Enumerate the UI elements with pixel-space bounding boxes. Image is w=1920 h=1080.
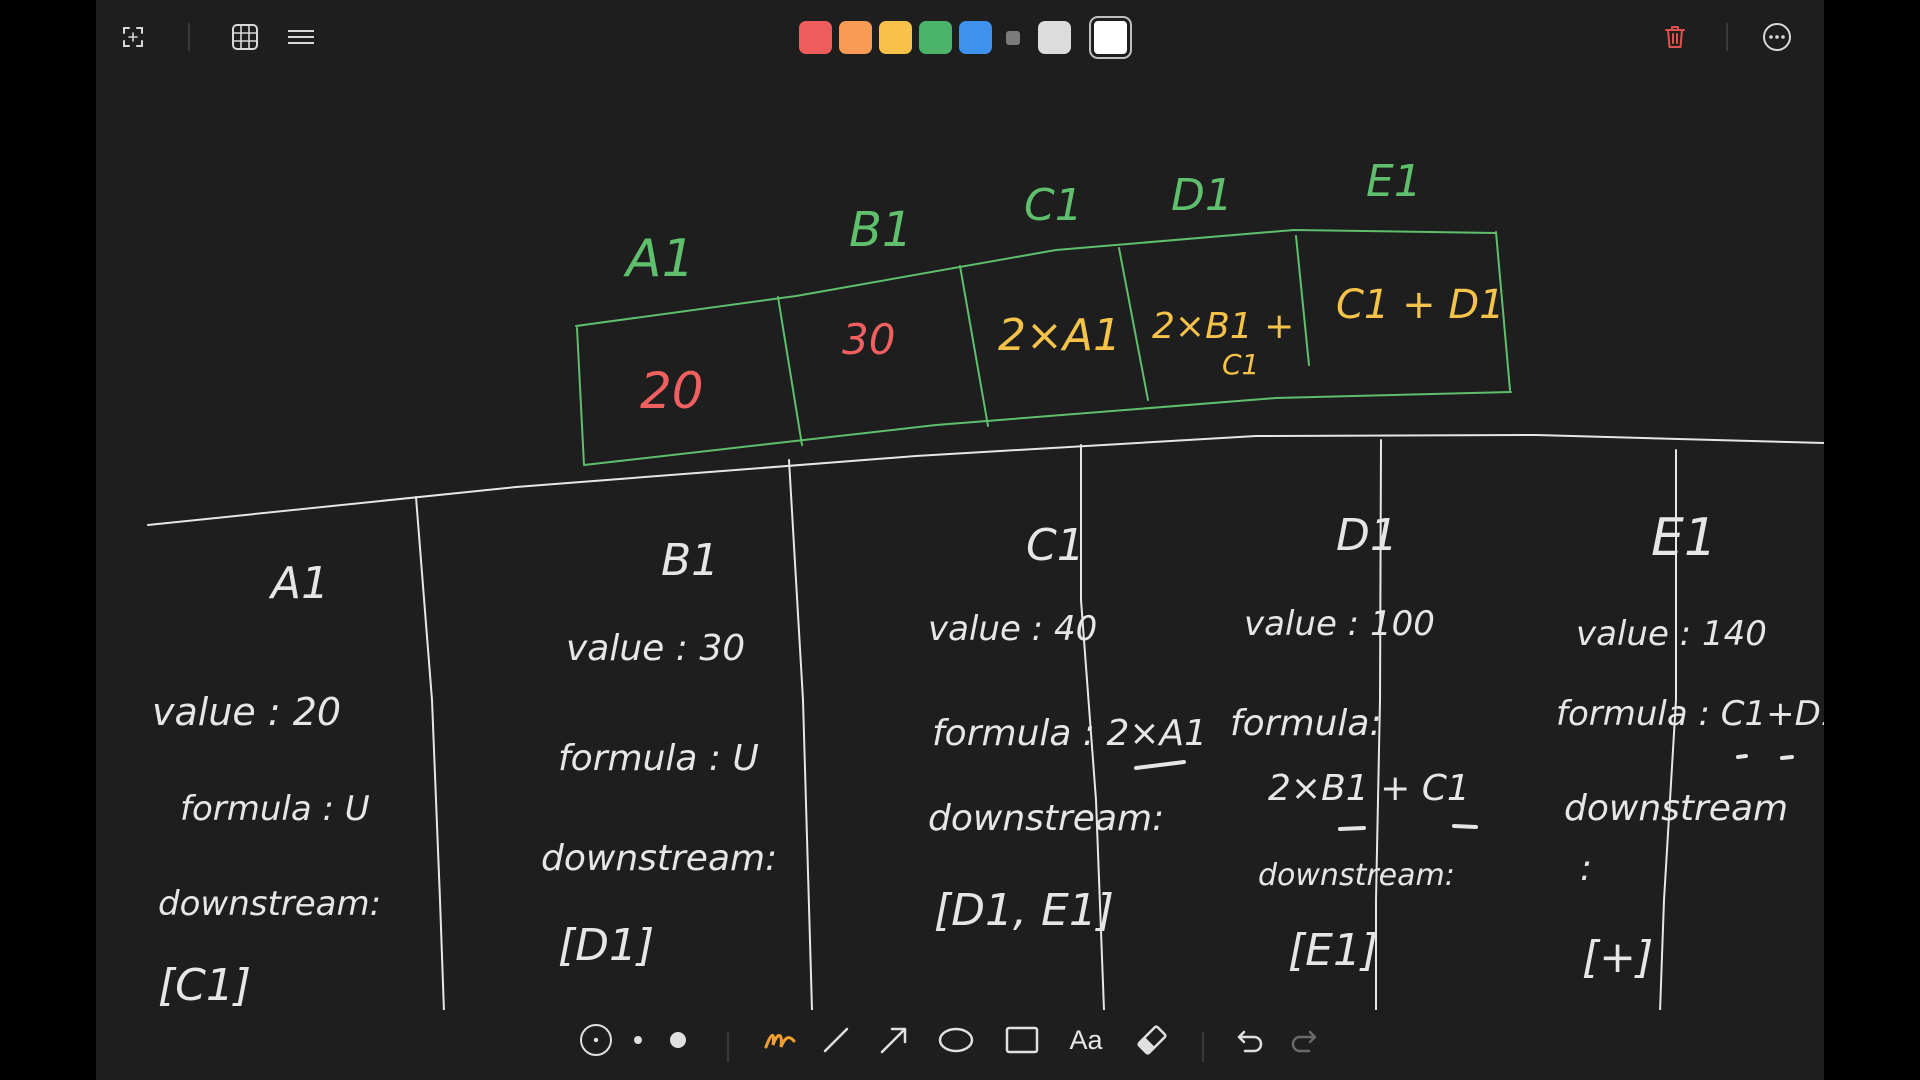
toolbar-divider: [727, 1032, 729, 1062]
column-a1-downstream: downstream:: [158, 884, 381, 924]
text-tool[interactable]: Aa: [1064, 1018, 1108, 1062]
top-label-d1: D1: [1171, 170, 1233, 221]
color-swatch-orange[interactable]: [839, 21, 872, 54]
column-d1-formula: formula:: [1230, 703, 1382, 744]
color-swatch-white[interactable]: [1094, 21, 1127, 54]
drawing-canvas[interactable]: A1 B1 C1 D1 E1 20 30 2×A1 2×B1 + C1 C1 +…: [96, 74, 1824, 1010]
top-label-e1: E1: [1366, 156, 1422, 207]
cell-c1-formula: 2×A1: [998, 310, 1121, 361]
pen-size-medium-icon[interactable]: [616, 1018, 660, 1062]
column-b1-formula: formula : U: [558, 738, 759, 779]
more-icon[interactable]: [1758, 18, 1796, 56]
column-e1-list: [+]: [1582, 932, 1653, 983]
expand-icon[interactable]: [114, 18, 152, 56]
top-cell-values: 20 30 2×A1 2×B1 + C1 C1 + D1: [640, 282, 1505, 420]
column-d1-formula-cont: 2×B1 + C1: [1268, 768, 1470, 809]
rectangle-icon[interactable]: [1000, 1018, 1044, 1062]
top-label-c1: C1: [1024, 180, 1083, 231]
column-d1-list: [E1]: [1288, 925, 1378, 976]
column-d1-title: D1: [1336, 510, 1398, 561]
column-e1-title: E1: [1651, 508, 1717, 568]
column-b1-downstream: downstream:: [541, 838, 777, 879]
bottom-toolbar: Aa: [96, 1010, 1824, 1070]
pen-size-thin-icon[interactable]: [574, 1018, 618, 1062]
column-e1-formula: formula : C1+D1: [1556, 694, 1824, 734]
column-d1: D1 value : 100 formula: 2×B1 + C1 downst…: [1230, 510, 1470, 976]
toolbar-divider: [1202, 1032, 1204, 1062]
color-swatch-green[interactable]: [919, 21, 952, 54]
column-b1-list: [D1]: [558, 920, 654, 971]
top-label-a1: A1: [623, 229, 695, 289]
column-a1-title: A1: [268, 558, 329, 609]
grid-icon[interactable]: [226, 18, 264, 56]
column-c1-list: [D1, E1]: [934, 885, 1114, 936]
cell-e1-formula: C1 + D1: [1336, 282, 1505, 328]
cell-d1-formula: 2×B1 +: [1152, 306, 1294, 347]
column-a1-formula: formula : U: [180, 789, 370, 829]
pen-icon[interactable]: [758, 1018, 802, 1062]
redo-icon[interactable]: [1282, 1018, 1326, 1062]
color-swatch-gray[interactable]: [1006, 31, 1020, 45]
column-c1-value: value : 40: [928, 609, 1097, 649]
toolbar-divider: [188, 23, 190, 51]
column-d1-value: value : 100: [1244, 604, 1435, 644]
arrow-icon[interactable]: [872, 1018, 916, 1062]
trash-icon[interactable]: [1656, 18, 1694, 56]
column-e1: E1 value : 140 formula : C1+D1 downstrea…: [1556, 508, 1824, 983]
cell-a1-value: 20: [640, 362, 704, 420]
toolbar-divider: [1726, 23, 1728, 51]
cell-b1-value: 30: [842, 315, 895, 364]
column-a1-value: value : 20: [152, 690, 341, 734]
column-e1-value: value : 140: [1576, 614, 1767, 654]
whiteboard-app: A1 B1 C1 D1 E1 20 30 2×A1 2×B1 + C1 C1 +…: [96, 0, 1824, 1080]
color-swatch-light-gray[interactable]: [1038, 21, 1071, 54]
column-d1-downstream: downstream:: [1258, 858, 1455, 893]
top-toolbar: [96, 0, 1824, 74]
eraser-icon[interactable]: [1130, 1018, 1174, 1062]
top-label-b1: B1: [849, 202, 912, 258]
column-b1-title: B1: [661, 535, 719, 586]
color-swatch-yellow[interactable]: [879, 21, 912, 54]
column-a1: A1 value : 20 formula : U downstream: [C…: [152, 558, 381, 1010]
column-c1-title: C1: [1026, 520, 1085, 571]
column-a1-list: [C1]: [158, 960, 251, 1010]
column-c1: C1 value : 40 formula : 2×A1 downstream:…: [928, 520, 1207, 936]
undo-icon[interactable]: [1228, 1018, 1272, 1062]
lines-icon[interactable]: [282, 18, 320, 56]
column-b1-value: value : 30: [566, 628, 745, 669]
column-c1-downstream: downstream:: [928, 798, 1164, 839]
column-e1-downstream-cont: :: [1580, 848, 1592, 889]
column-b1: B1 value : 30 formula : U downstream: [D…: [541, 535, 777, 971]
column-e1-downstream: downstream: [1564, 788, 1788, 829]
line-icon[interactable]: [814, 1018, 858, 1062]
column-c1-formula: formula : 2×A1: [932, 713, 1207, 754]
ellipse-icon[interactable]: [934, 1018, 978, 1062]
cell-d1-formula-cont: C1: [1222, 348, 1259, 381]
color-swatch-blue[interactable]: [959, 21, 992, 54]
color-swatch-red[interactable]: [799, 21, 832, 54]
pen-size-thick-icon[interactable]: [656, 1018, 700, 1062]
top-labels: A1 B1 C1 D1 E1: [623, 156, 1422, 289]
